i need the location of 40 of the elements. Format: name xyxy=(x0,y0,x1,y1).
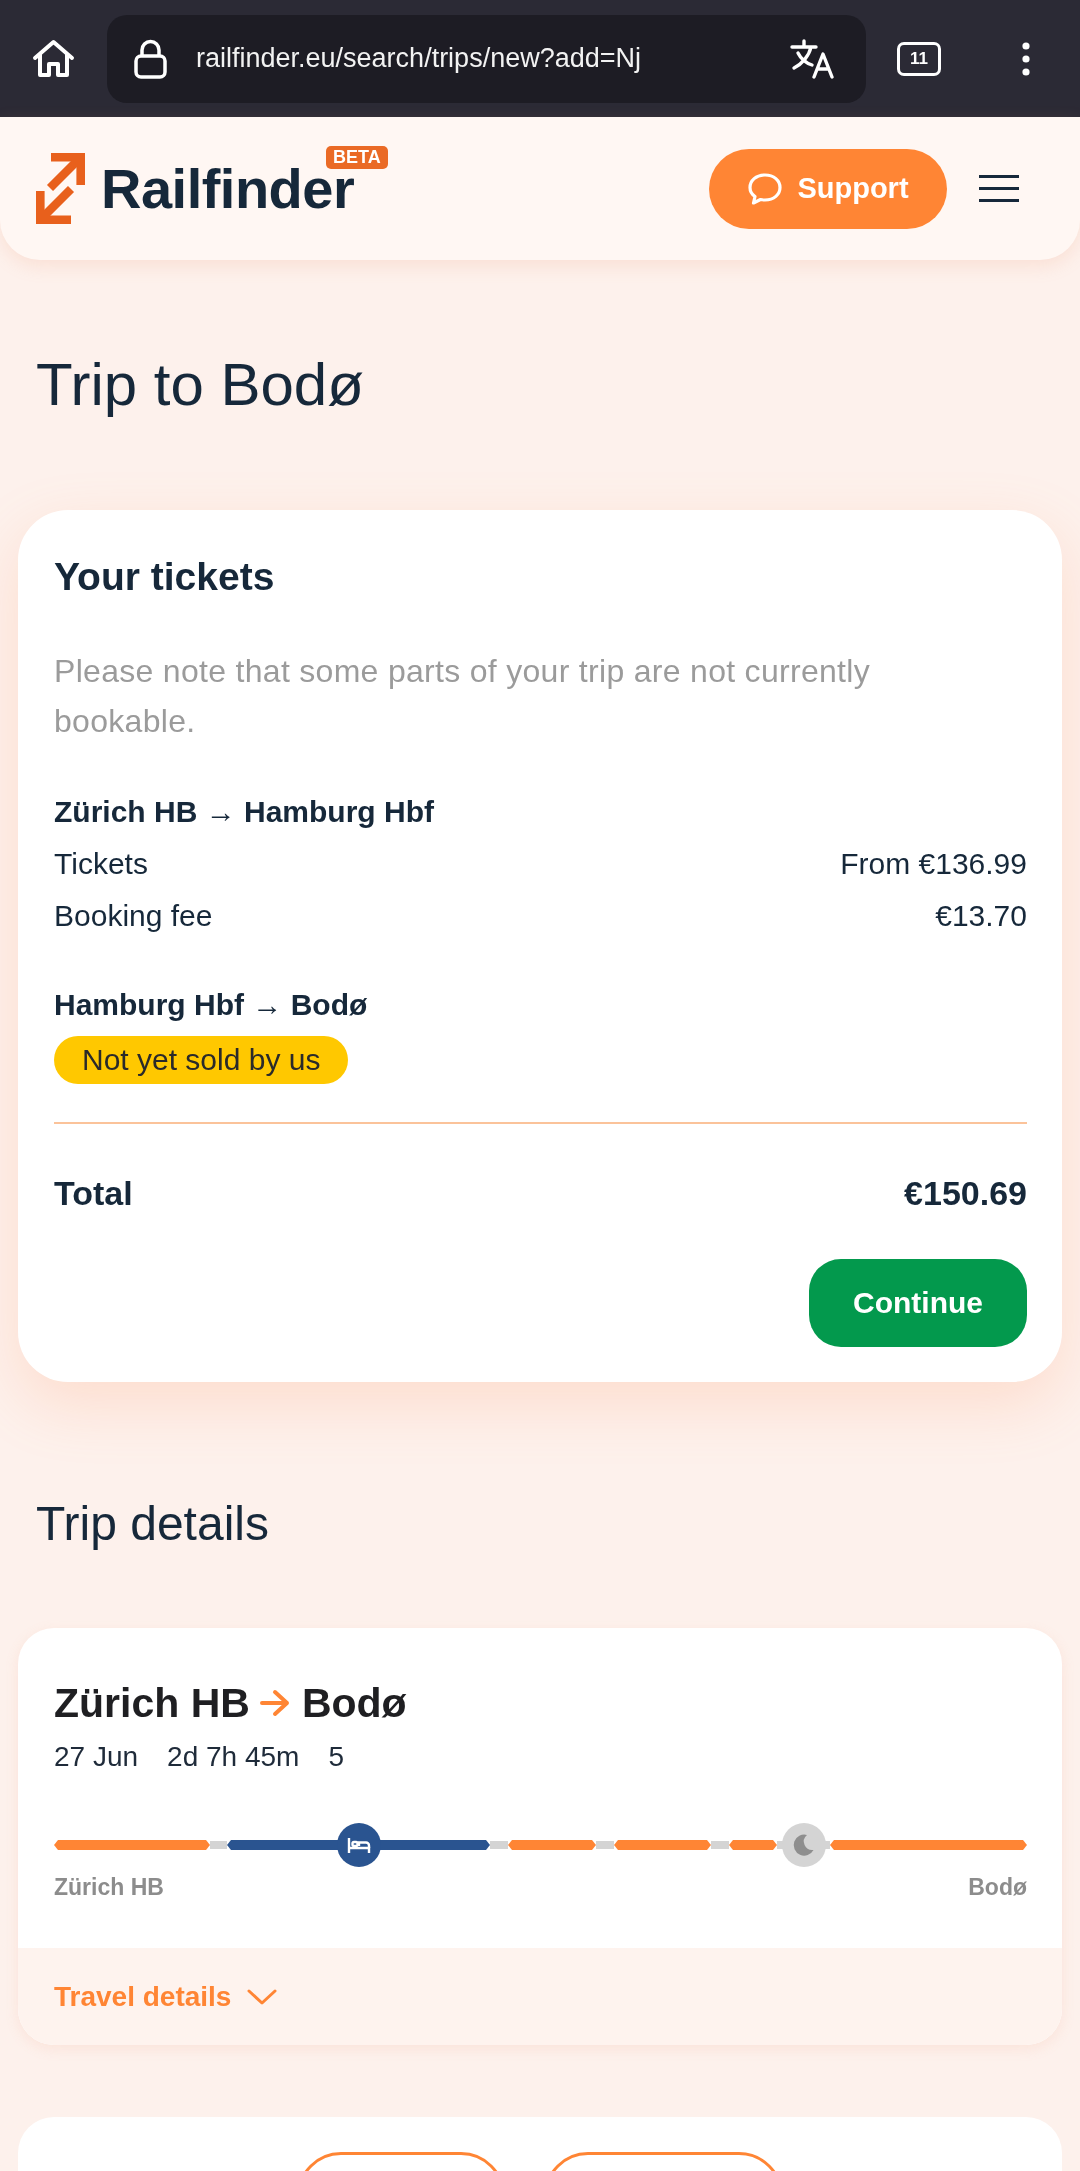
notice-text: Please note that some parts of your trip are not currently bookable. xyxy=(54,652,872,741)
transfer-segment xyxy=(711,1841,729,1849)
status-badge: Not yet sold by us xyxy=(54,1036,349,1084)
transfer-segment xyxy=(490,1841,508,1849)
line-amount: €13.70 xyxy=(935,898,1027,934)
lock-icon xyxy=(134,38,167,79)
chat-icon xyxy=(747,171,784,206)
section-heading: Trip details xyxy=(36,1496,270,1552)
transfer-segment xyxy=(596,1841,614,1849)
destination-station: Bodø xyxy=(301,1679,407,1728)
duration-text: 2d 7h 45m xyxy=(167,1740,300,1774)
logo-icon xyxy=(36,153,85,224)
continue-button[interactable]: Continue xyxy=(809,1259,1027,1347)
card-heading: Your tickets xyxy=(54,554,276,600)
train-segment xyxy=(729,1840,777,1850)
start-station-label: Zürich HB xyxy=(54,1873,164,1902)
line-label: Tickets xyxy=(54,846,148,882)
end-station-label: Bodø xyxy=(968,1873,1027,1902)
date-text: 27 Jun xyxy=(54,1740,139,1774)
transfer-segment xyxy=(210,1841,227,1849)
moon-icon xyxy=(781,1823,826,1867)
home-icon[interactable] xyxy=(31,38,76,79)
arrow-right-icon xyxy=(259,1689,291,1717)
total-label: Total xyxy=(54,1173,133,1214)
tab-switcher-button[interactable]: 11 xyxy=(897,41,941,76)
page-title: Trip to Bodø xyxy=(36,350,365,420)
total-amount: €150.69 xyxy=(904,1173,1027,1214)
translate-icon[interactable] xyxy=(790,38,835,79)
line-label: Booking fee xyxy=(54,898,213,934)
url-text: railfinder.eu/search/trips/new?add=Nj xyxy=(196,43,642,74)
count-text: 5 xyxy=(328,1740,344,1774)
route-text: Zürich HB → Hamburg Hbf xyxy=(54,794,435,830)
bed-icon xyxy=(336,1823,381,1867)
address-field[interactable]: railfinder.eu/search/trips/new?add=Nj xyxy=(107,14,866,103)
origin-station: Zürich HB xyxy=(54,1679,250,1728)
overflow-menu-icon[interactable] xyxy=(1021,40,1031,77)
line-amount: From €136.99 xyxy=(840,846,1027,882)
route-text: Hamburg Hbf → Bodø xyxy=(54,987,369,1023)
beta-badge: BETA xyxy=(326,146,388,169)
menu-icon[interactable] xyxy=(979,175,1019,202)
